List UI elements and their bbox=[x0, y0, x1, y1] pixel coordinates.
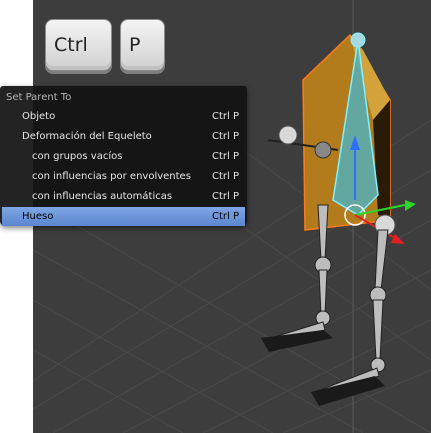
menu-item-envolventes[interactable]: con influencias por envolventes Ctrl P bbox=[2, 167, 245, 186]
menu-item-label: Hueso bbox=[22, 211, 54, 222]
menu-item-shortcut: Ctrl P bbox=[212, 111, 240, 122]
menu-item-label: con grupos vacíos bbox=[32, 151, 123, 162]
menu-item-deformacion[interactable]: Deformación del Equeleto Ctrl P bbox=[2, 127, 245, 146]
menu-title: Set Parent To bbox=[6, 92, 72, 103]
menu-item-shortcut: Ctrl P bbox=[212, 171, 240, 182]
p-key: P bbox=[120, 19, 165, 71]
menu-item-automaticas[interactable]: con influencias automáticas Ctrl P bbox=[2, 187, 245, 206]
menu-item-objeto[interactable]: Objeto Ctrl P bbox=[2, 107, 245, 126]
menu-item-shortcut: Ctrl P bbox=[212, 211, 240, 222]
menu-item-hueso[interactable]: Hueso Ctrl P bbox=[2, 207, 245, 226]
menu-item-grupos-vacios[interactable]: con grupos vacíos Ctrl P bbox=[2, 147, 245, 166]
leg-bones bbox=[264, 204, 389, 398]
ctrl-key: Ctrl bbox=[45, 19, 112, 71]
menu-item-label: con influencias por envolventes bbox=[32, 171, 191, 182]
set-parent-menu: Set Parent To Objeto Ctrl P Deformación … bbox=[0, 86, 247, 226]
menu-item-label: con influencias automáticas bbox=[32, 191, 173, 202]
menu-item-shortcut: Ctrl P bbox=[212, 131, 240, 142]
menu-item-shortcut: Ctrl P bbox=[212, 191, 240, 202]
menu-item-label: Deformación del Equeleto bbox=[22, 131, 152, 142]
menu-item-shortcut: Ctrl P bbox=[212, 151, 240, 162]
menu-item-label: Objeto bbox=[22, 111, 56, 122]
